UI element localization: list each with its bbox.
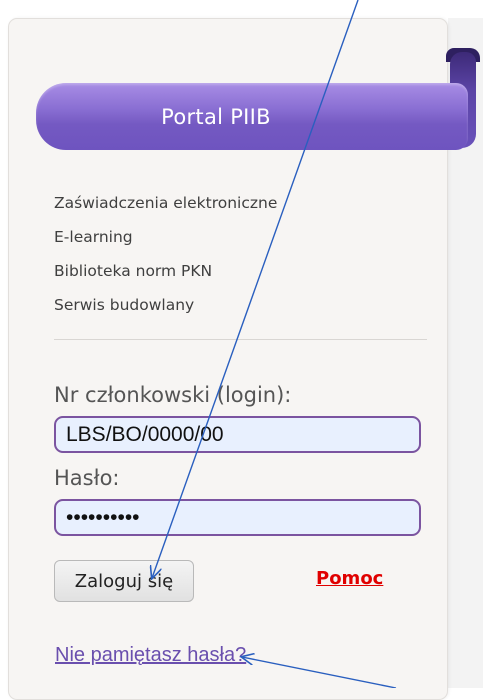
password-input[interactable] <box>54 499 421 536</box>
forgot-password-link[interactable]: Nie pamiętasz hasła? <box>55 644 246 667</box>
help-link[interactable]: Pomoc <box>316 568 383 589</box>
header-title-wrap: Portal PIIB <box>36 83 468 150</box>
login-label: Nr członkowski (login): <box>54 383 292 407</box>
login-button[interactable]: Zaloguj się <box>54 560 194 602</box>
link-e-learning[interactable]: E-learning <box>54 227 277 261</box>
header-title: Portal PIIB <box>161 104 271 129</box>
link-certificates[interactable]: Zaświadczenia elektroniczne <box>54 193 277 227</box>
link-building-service[interactable]: Serwis budowlany <box>54 295 277 329</box>
login-input[interactable] <box>54 416 421 453</box>
link-pkn-library[interactable]: Biblioteka norm PKN <box>54 261 277 295</box>
portal-header: Portal PIIB <box>0 0 483 180</box>
password-label: Hasło: <box>54 466 120 490</box>
service-links: Zaświadczenia elektroniczne E-learning B… <box>54 193 277 329</box>
divider <box>54 339 427 340</box>
